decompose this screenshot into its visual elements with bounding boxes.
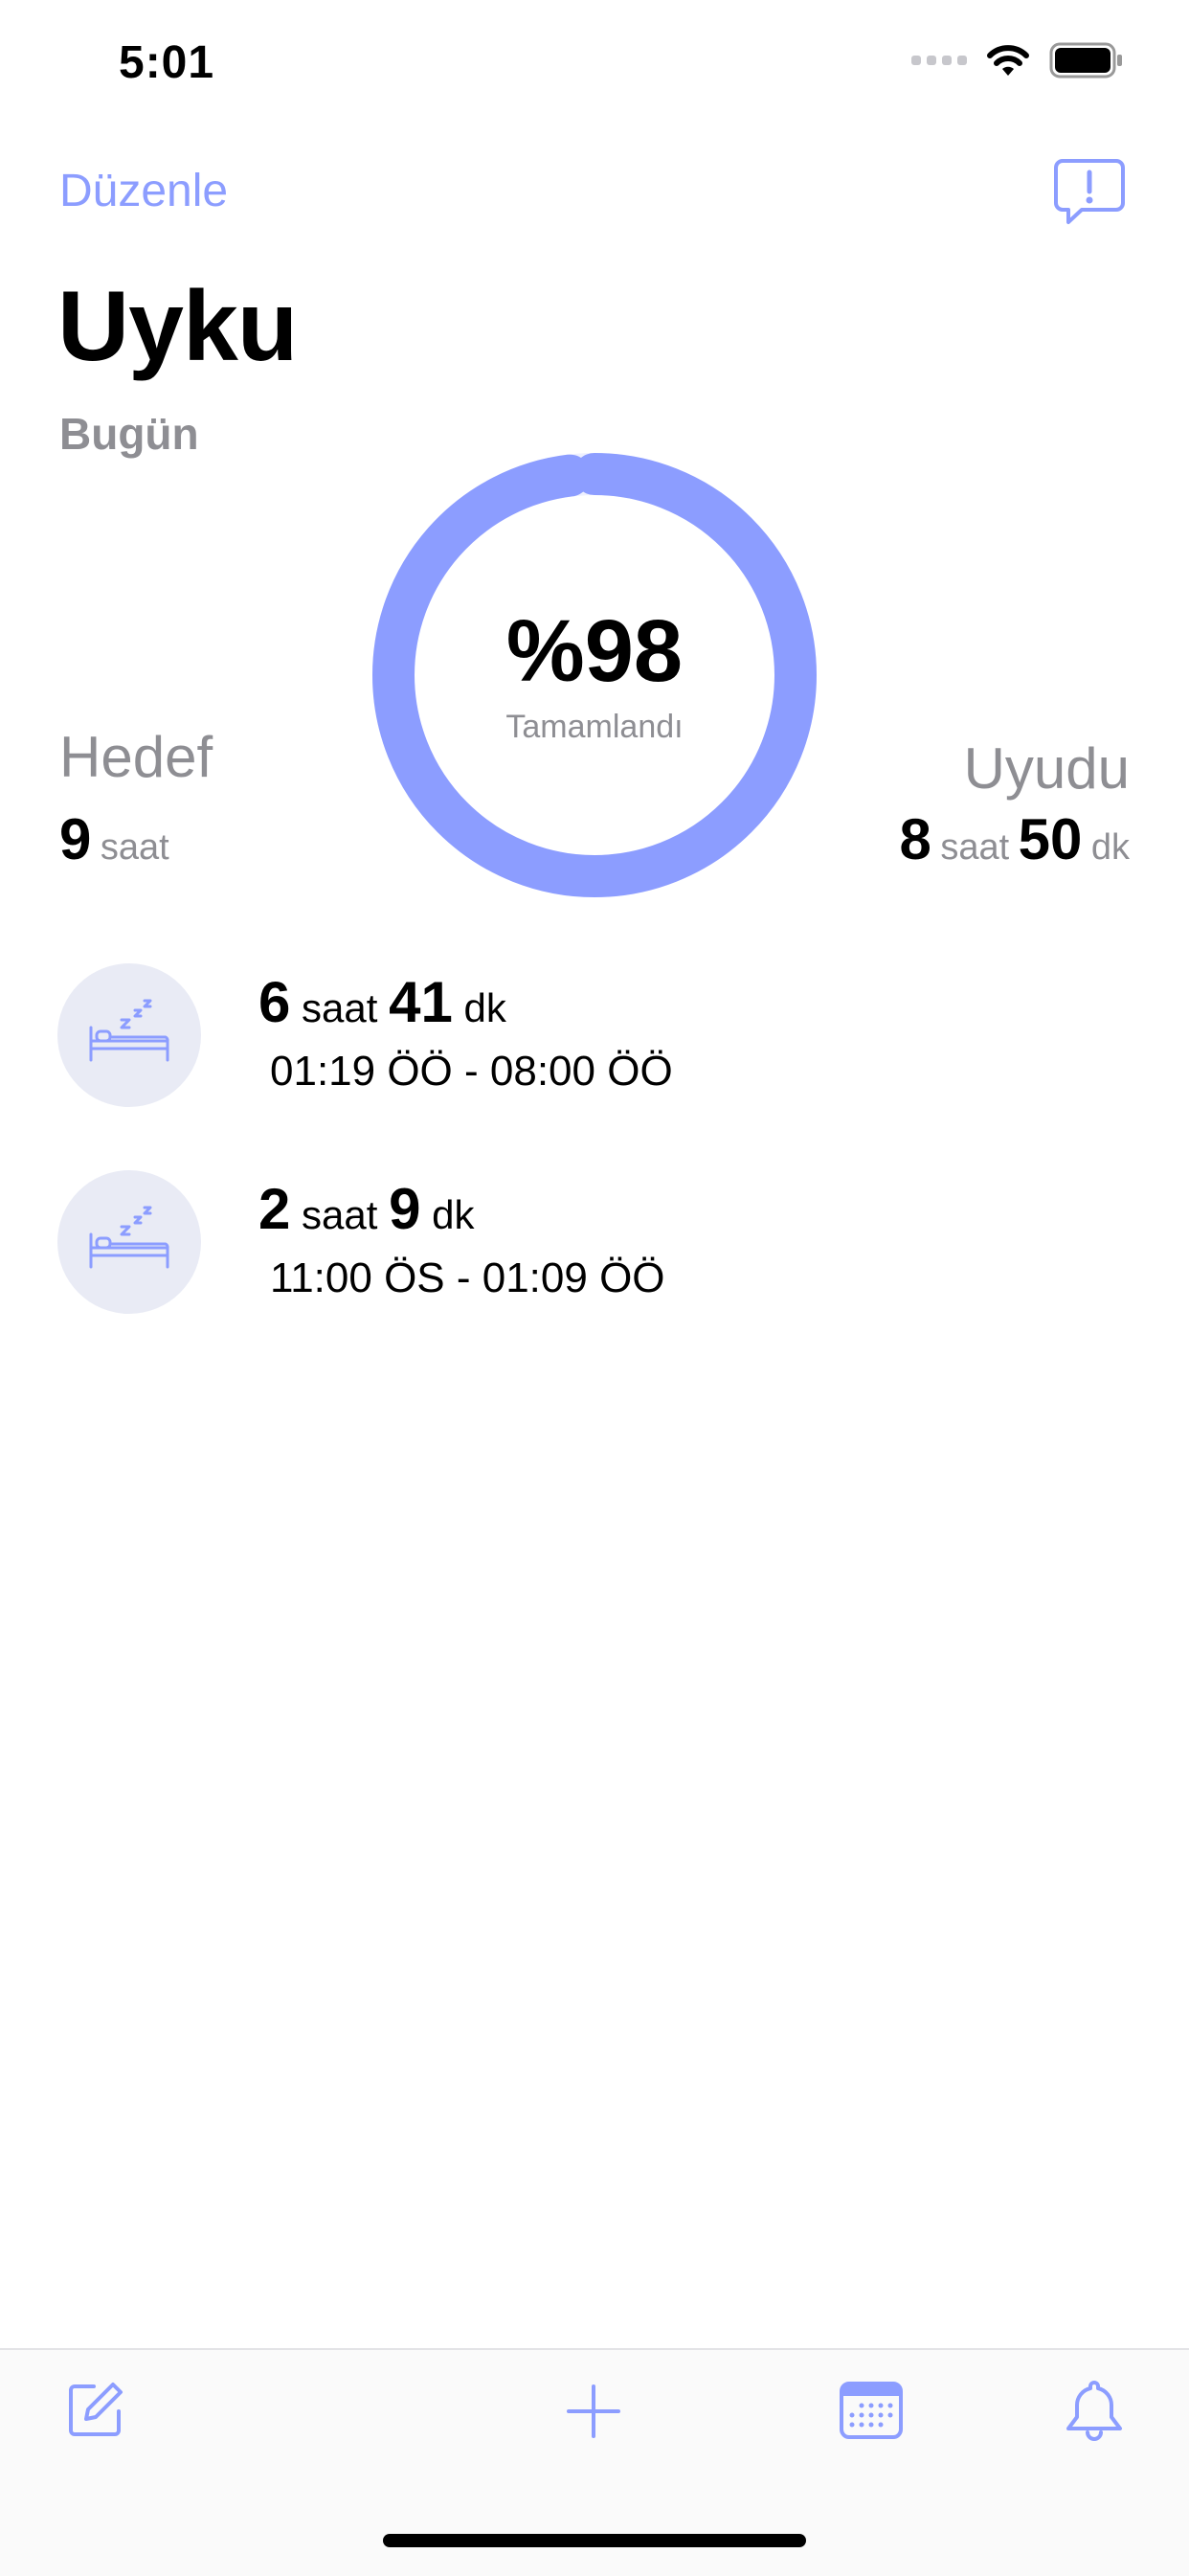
- plus-icon[interactable]: [565, 2383, 622, 2440]
- session-time-range: 11:00 ÖS - 01:09 ÖÖ: [270, 1254, 665, 1301]
- session-minutes: 41: [389, 970, 453, 1034]
- sleep-session-row[interactable]: 6 saat 41 dk 01:19 ÖÖ - 08:00 ÖÖ: [57, 963, 1130, 1117]
- slept-hours-unit: saat: [940, 827, 1010, 868]
- session-minutes-unit: dk: [463, 985, 506, 1030]
- slept-minutes: 50: [1018, 807, 1083, 871]
- goal-hours: 9: [59, 807, 92, 871]
- status-indicators: [911, 42, 1124, 79]
- battery-icon: [1049, 42, 1122, 79]
- sleep-session-row[interactable]: 2 saat 9 dk 11:00 ÖS - 01:09 ÖÖ: [57, 1170, 1130, 1323]
- session-hours: 6: [258, 970, 291, 1034]
- compose-icon[interactable]: [65, 2379, 126, 2440]
- slept-hours: 8: [899, 807, 931, 871]
- calendar-icon[interactable]: [839, 2381, 904, 2440]
- session-avatar: [57, 963, 201, 1107]
- session-minutes: 9: [389, 1177, 421, 1241]
- date-label: Bugün: [59, 409, 199, 459]
- goal-hours-unit: saat: [100, 827, 169, 868]
- slept-title: Uyudu: [963, 736, 1130, 801]
- session-duration: 6 saat 41 dk: [258, 969, 506, 1035]
- session-hours: 2: [258, 1177, 291, 1241]
- page-title: Uyku: [57, 271, 298, 382]
- session-time-range: 01:19 ÖÖ - 08:00 ÖÖ: [270, 1048, 673, 1095]
- bell-icon[interactable]: [1063, 2377, 1126, 2444]
- feedback-alert-icon: [1054, 159, 1125, 224]
- home-indicator: [383, 2534, 806, 2547]
- session-minutes-unit: dk: [432, 1192, 475, 1237]
- feedback-button[interactable]: [1053, 157, 1126, 226]
- completion-percent: %98: [505, 602, 684, 700]
- slept-minutes-unit: dk: [1090, 827, 1130, 868]
- bed-sleep-icon: [89, 1206, 169, 1269]
- session-hours-unit: saat: [302, 985, 378, 1030]
- goal-value: 9 saat: [59, 806, 169, 872]
- slept-value: 8 saat 50 dk: [900, 806, 1130, 872]
- completion-label: Tamamlandı: [505, 709, 684, 745]
- cellular-signal-icon: [911, 56, 967, 65]
- session-avatar: [57, 1170, 201, 1314]
- bed-sleep-icon: [89, 999, 169, 1062]
- wifi-icon: [987, 45, 1029, 76]
- status-time: 5:01: [119, 37, 215, 88]
- edit-button[interactable]: Düzenle: [59, 165, 228, 217]
- goal-title: Hedef: [59, 725, 213, 789]
- session-duration: 2 saat 9 dk: [258, 1176, 475, 1242]
- session-hours-unit: saat: [302, 1192, 378, 1237]
